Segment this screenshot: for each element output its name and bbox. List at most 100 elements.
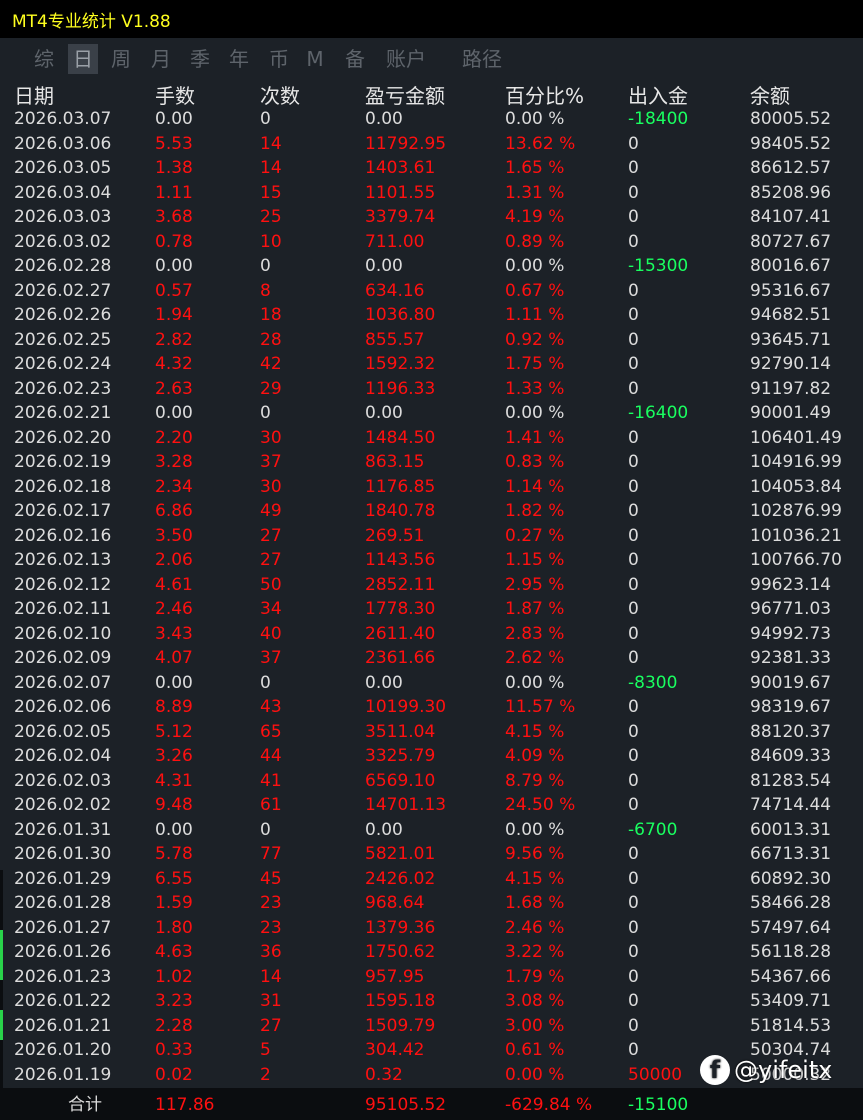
- cell-count: 0: [260, 819, 271, 840]
- cell-date: 2026.02.06: [14, 697, 112, 717]
- cell-date: 2026.02.13: [14, 550, 112, 570]
- table-row: 2026.01.30 5.78 77 5821.01 9.56 % 0 66713.31: [0, 842, 863, 867]
- cell-balance: 90019.67: [750, 672, 832, 693]
- cell-deposit: 0: [628, 354, 639, 374]
- cell-count: 65: [260, 721, 282, 742]
- cell-percent: 3.00 %: [505, 1015, 565, 1036]
- tab-8[interactable]: 备: [338, 44, 372, 74]
- cell-deposit: 0: [628, 452, 639, 472]
- cell-deposit: 0: [628, 158, 639, 178]
- cell-deposit: 0: [628, 795, 639, 815]
- table-row: 2026.02.26 1.94 18 1036.80 1.11 % 0 94682.51: [0, 303, 863, 328]
- cell-profit: 10199.30: [365, 697, 447, 717]
- cell-profit: 3325.79: [365, 746, 436, 766]
- cell-balance: 100766.70: [750, 550, 842, 570]
- header-lots: 手数: [155, 84, 195, 108]
- tab-5[interactable]: 年: [222, 44, 256, 74]
- cell-balance: 56118.28: [750, 942, 832, 962]
- cell-lots: 0.57: [155, 280, 193, 301]
- tab-1[interactable]: 日: [68, 44, 98, 74]
- table-row: 2026.03.04 1.11 15 1101.55 1.31 % 0 85208.96: [0, 181, 863, 206]
- cell-percent: 2.83 %: [505, 623, 565, 644]
- cell-lots: 3.23: [155, 991, 193, 1011]
- cell-date: 2026.02.20: [14, 427, 112, 448]
- tab-9[interactable]: 账户: [378, 44, 434, 74]
- cell-balance: 96771.03: [750, 599, 832, 619]
- cell-profit: 1509.79: [365, 1015, 436, 1036]
- cell-lots: 4.63: [155, 942, 193, 962]
- cell-balance: 58466.28: [750, 893, 832, 913]
- cell-percent: 2.95 %: [505, 574, 565, 595]
- cell-lots: 1.02: [155, 966, 193, 987]
- cell-deposit: 0: [628, 133, 639, 154]
- cell-balance: 80727.67: [750, 231, 832, 252]
- facebook-icon: f: [700, 1055, 730, 1085]
- cell-profit: 0.00: [365, 819, 403, 840]
- cell-date: 2026.02.25: [14, 329, 112, 350]
- cell-balance: 93645.71: [750, 329, 832, 350]
- cell-date: 2026.02.27: [14, 280, 112, 301]
- cell-percent: 0.00 %: [505, 403, 565, 423]
- cell-deposit: 0: [628, 525, 639, 546]
- tab-0[interactable]: 综: [22, 44, 66, 74]
- cell-deposit: 0: [628, 182, 639, 203]
- cell-profit: 1592.32: [365, 354, 436, 374]
- watermark-text: @yifeitx: [734, 1056, 833, 1084]
- cell-count: 29: [260, 378, 282, 399]
- cell-profit: 1778.30: [365, 599, 436, 619]
- tab-6[interactable]: 币: [262, 44, 296, 74]
- cell-balance: 86612.57: [750, 158, 832, 178]
- cell-count: 40: [260, 623, 282, 644]
- table-row: 2026.02.05 5.12 65 3511.04 4.15 % 0 88120.37: [0, 720, 863, 745]
- cell-lots: 2.34: [155, 476, 193, 497]
- cell-date: 2026.01.26: [14, 942, 112, 962]
- cell-percent: 2.62 %: [505, 648, 565, 668]
- cell-percent: 0.00 %: [505, 109, 565, 129]
- cell-percent: 24.50 %: [505, 795, 576, 815]
- cell-date: 2026.02.16: [14, 525, 112, 546]
- cell-deposit: 0: [628, 280, 639, 301]
- cell-date: 2026.01.21: [14, 1015, 112, 1036]
- cell-date: 2026.01.27: [14, 917, 112, 938]
- cell-count: 43: [260, 697, 282, 717]
- table-row: 2026.01.22 3.23 31 1595.18 3.08 % 0 53409.71: [0, 989, 863, 1014]
- cell-lots: 2.20: [155, 427, 193, 448]
- cell-lots: 0.00: [155, 109, 193, 129]
- cell-date: 2026.01.30: [14, 844, 112, 864]
- cell-lots: 4.32: [155, 354, 193, 374]
- cell-percent: 1.65 %: [505, 158, 565, 178]
- cell-date: 2026.02.28: [14, 256, 112, 276]
- cell-lots: 0.02: [155, 1064, 193, 1085]
- cell-date: 2026.01.29: [14, 868, 112, 889]
- cell-profit: 3379.74: [365, 207, 436, 227]
- cell-count: 0: [260, 109, 271, 129]
- cell-lots: 1.80: [155, 917, 193, 938]
- tab-7[interactable]: M: [300, 44, 330, 74]
- title-bar: MT4专业统计 V1.88: [0, 0, 863, 38]
- cell-date: 2026.03.06: [14, 133, 112, 154]
- table-row: 2026.02.07 0.00 0 0.00 0.00 % -8300 90019.67: [0, 671, 863, 696]
- cell-count: 0: [260, 403, 271, 423]
- cell-profit: 1101.55: [365, 182, 436, 203]
- cell-percent: 1.82 %: [505, 501, 565, 521]
- tab-4[interactable]: 季: [183, 44, 217, 74]
- tab-3[interactable]: 月: [144, 44, 178, 74]
- cell-percent: 0.61 %: [505, 1040, 565, 1060]
- cell-lots: 0.00: [155, 819, 193, 840]
- cell-balance: 51814.53: [750, 1015, 832, 1036]
- cell-date: 2026.02.24: [14, 354, 112, 374]
- tab-2[interactable]: 周: [104, 44, 138, 74]
- left-edge-strip: [0, 870, 3, 1090]
- table-row: 2026.02.12 4.61 50 2852.11 2.95 % 0 99623.14: [0, 573, 863, 598]
- cell-percent: 4.19 %: [505, 207, 565, 227]
- cell-deposit: 0: [628, 427, 639, 448]
- cell-count: 27: [260, 525, 282, 546]
- cell-profit: 0.32: [365, 1064, 403, 1085]
- cell-percent: 13.62 %: [505, 133, 576, 154]
- cell-percent: 1.31 %: [505, 182, 565, 203]
- cell-profit: 0.00: [365, 672, 403, 693]
- tab-10[interactable]: 路径: [454, 44, 510, 74]
- cell-lots: 3.43: [155, 623, 193, 644]
- cell-percent: 1.79 %: [505, 966, 565, 987]
- cell-deposit: 0: [628, 1040, 639, 1060]
